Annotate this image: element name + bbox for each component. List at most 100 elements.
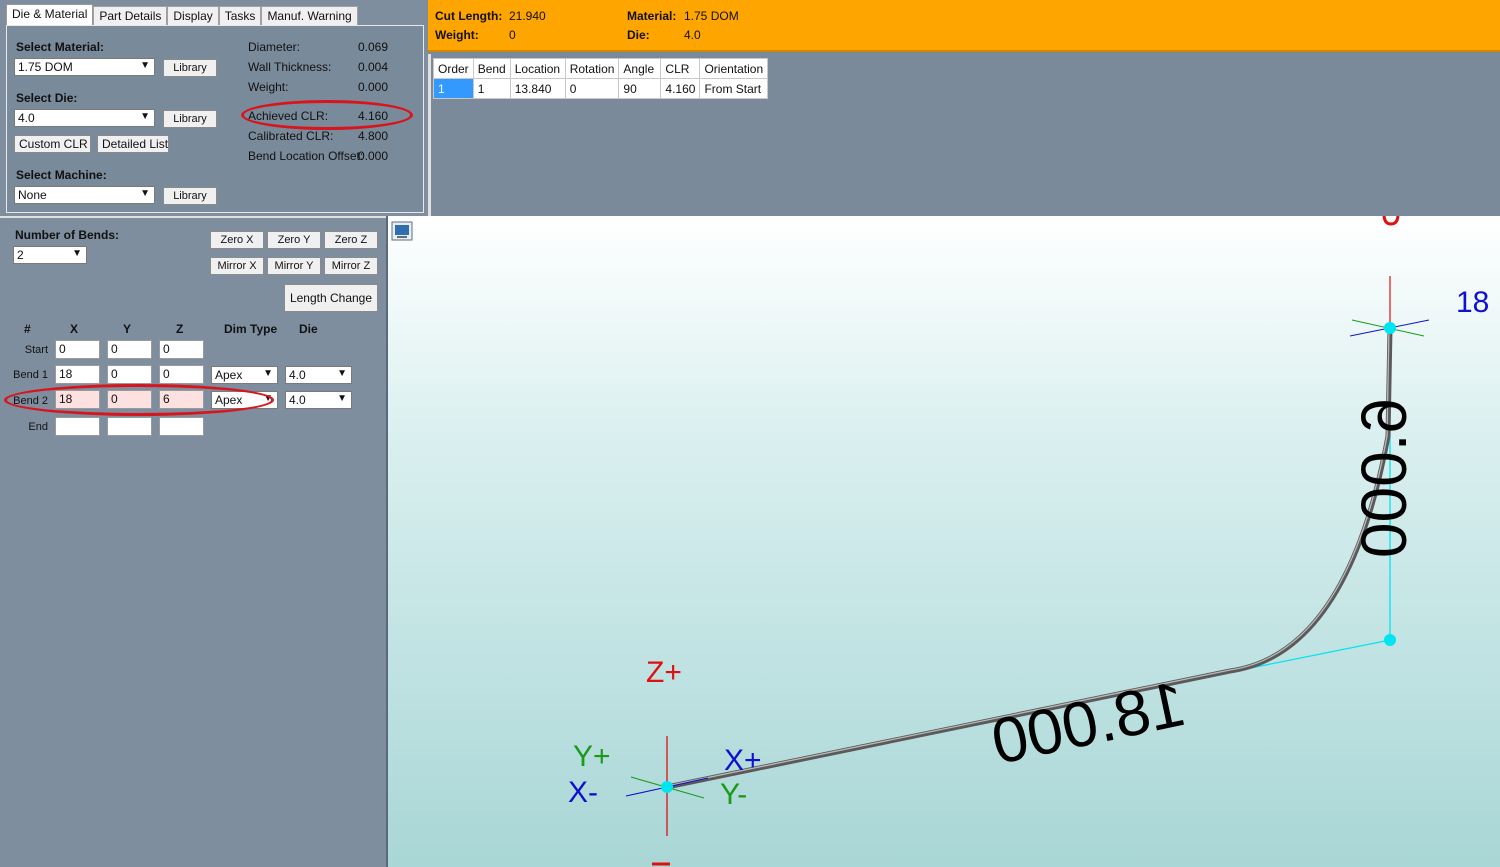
chevron-down-icon: ▼: [140, 60, 150, 71]
select-die-label: Select Die:: [16, 91, 78, 105]
number-of-bends-value: 2: [17, 248, 24, 262]
chevron-down-icon: ▼: [337, 393, 347, 404]
zero-x-button[interactable]: Zero X: [210, 231, 264, 249]
die-select[interactable]: 4.0 ▼: [14, 109, 155, 127]
column-header[interactable]: Angle: [618, 58, 662, 79]
weight-value: 0.000: [358, 80, 389, 94]
table-cell[interactable]: From Start: [699, 78, 769, 99]
bend1-y-input[interactable]: 0: [107, 365, 152, 384]
tab-display[interactable]: Display: [167, 6, 219, 25]
row-label-start: Start: [24, 344, 48, 356]
column-header[interactable]: Location: [509, 58, 566, 79]
table-row[interactable]: 1 1 13.840 0 90 4.160 From Start: [433, 78, 769, 99]
machine-select-value: None: [18, 188, 47, 202]
weight-summary-value: 0: [509, 28, 516, 42]
bend-2-node[interactable]: [1384, 322, 1396, 334]
bend1-z-input[interactable]: 0: [159, 365, 204, 384]
view-settings-icon[interactable]: [391, 221, 413, 241]
x-plus-label: X+: [724, 744, 762, 777]
material-summary-label: Material:: [627, 9, 677, 23]
bend-location-offset-label: Bend Location Offset:: [248, 149, 364, 163]
row-label-bend-1: Bend 1: [13, 369, 48, 381]
wall-thickness-label: Wall Thickness:: [248, 60, 332, 74]
start-y-input[interactable]: 0: [107, 340, 152, 359]
column-header[interactable]: Bend: [472, 58, 511, 79]
table-cell[interactable]: 1: [472, 78, 511, 99]
number-of-bends-select[interactable]: 2 ▼: [13, 246, 87, 264]
col-header-x: X: [70, 322, 79, 336]
bend-table-area: Order Bend Location Rotation Angle CLR O…: [428, 54, 1500, 216]
bend1-die-value: 4.0: [289, 368, 306, 382]
column-header[interactable]: Order: [433, 58, 474, 79]
die-library-button[interactable]: Library: [163, 110, 217, 128]
col-header-index: #: [24, 322, 31, 336]
z-plus-label: Z+: [646, 656, 682, 689]
bend-1-node[interactable]: [1384, 634, 1396, 646]
col-header-y: Y: [123, 322, 132, 336]
tab-bar: Die & Material Part Details Display Task…: [6, 4, 358, 26]
tab-die-material[interactable]: Die & Material: [6, 4, 94, 26]
bend1-dim-type-select[interactable]: Apex ▼: [211, 366, 278, 384]
tab-manuf-warning[interactable]: Manuf. Warning: [261, 6, 358, 25]
y-minus-label: Y-: [720, 778, 747, 811]
part-summary-header: Cut Length: 21.940 Weight: 0 Material: 1…: [428, 0, 1500, 52]
select-machine-label: Select Machine:: [16, 168, 107, 182]
col-header-die: Die: [299, 322, 318, 336]
length-change-button[interactable]: Length Change: [284, 284, 378, 312]
die-summary-label: Die:: [627, 28, 650, 42]
end-y-input[interactable]: [107, 417, 152, 436]
machine-library-button[interactable]: Library: [163, 187, 217, 205]
tab-part-details[interactable]: Part Details: [93, 6, 168, 25]
row-label-end: End: [28, 421, 48, 433]
start-x-input[interactable]: 0: [55, 340, 100, 359]
start-z-input[interactable]: 0: [159, 340, 204, 359]
col-header-dim-type: Dim Type: [224, 322, 278, 336]
calibrated-clr-label: Calibrated CLR:: [248, 129, 334, 143]
machine-select[interactable]: None ▼: [14, 186, 155, 204]
weight-summary-label: Weight:: [435, 28, 479, 42]
chevron-down-icon: ▼: [72, 248, 82, 259]
die-summary-value: 4.0: [684, 28, 701, 42]
material-library-button[interactable]: Library: [163, 59, 217, 77]
corner-label: 18: [1456, 286, 1489, 319]
3d-viewport[interactable]: 18 18.000 6.000 Z+ Y+ X+ X- Y-: [386, 216, 1500, 867]
chevron-down-icon: ▼: [263, 368, 273, 379]
bend1-x-input[interactable]: 18: [55, 365, 100, 384]
column-header[interactable]: Rotation: [564, 58, 620, 79]
bend2-die-select[interactable]: 4.0 ▼: [285, 391, 352, 409]
x-minus-label: X-: [568, 776, 598, 809]
zero-z-button[interactable]: Zero Z: [324, 231, 378, 249]
bend1-die-select[interactable]: 4.0 ▼: [285, 366, 352, 384]
table-cell[interactable]: 4.160: [660, 78, 701, 99]
table-cell[interactable]: 1: [433, 78, 474, 99]
cut-length-value: 21.940: [509, 9, 546, 23]
dimension-18-label: 18.000: [985, 667, 1191, 778]
diameter-value: 0.069: [358, 40, 389, 54]
table-cell[interactable]: 90: [618, 78, 662, 99]
bend-table[interactable]: Order Bend Location Rotation Angle CLR O…: [433, 58, 769, 99]
offscreen-axis-mark: [1382, 216, 1400, 226]
bend-table-header-row: Order Bend Location Rotation Angle CLR O…: [433, 58, 769, 79]
mirror-y-button[interactable]: Mirror Y: [267, 257, 321, 275]
start-node[interactable]: [661, 781, 673, 793]
calibrated-clr-value: 4.800: [358, 129, 389, 143]
column-header[interactable]: CLR: [660, 58, 701, 79]
end-x-input[interactable]: [55, 417, 100, 436]
table-cell[interactable]: 13.840: [509, 78, 566, 99]
achieved-clr-highlight-oval: [241, 100, 413, 130]
end-z-input[interactable]: [159, 417, 204, 436]
bend-2-highlight-oval: [4, 384, 274, 416]
chevron-down-icon: ▼: [140, 111, 150, 122]
mirror-x-button[interactable]: Mirror X: [210, 257, 264, 275]
zero-y-button[interactable]: Zero Y: [267, 231, 321, 249]
table-cell[interactable]: 0: [564, 78, 620, 99]
col-header-z: Z: [176, 322, 184, 336]
mirror-z-button[interactable]: Mirror Z: [324, 257, 378, 275]
detailed-list-button[interactable]: Detailed List: [97, 135, 169, 153]
custom-clr-button[interactable]: Custom CLR: [14, 135, 91, 153]
chevron-down-icon: ▼: [337, 368, 347, 379]
die-material-panel: Die & Material Part Details Display Task…: [0, 0, 428, 216]
column-header[interactable]: Orientation: [699, 58, 769, 79]
material-select[interactable]: 1.75 DOM ▼: [14, 58, 155, 76]
tab-tasks[interactable]: Tasks: [218, 6, 262, 25]
